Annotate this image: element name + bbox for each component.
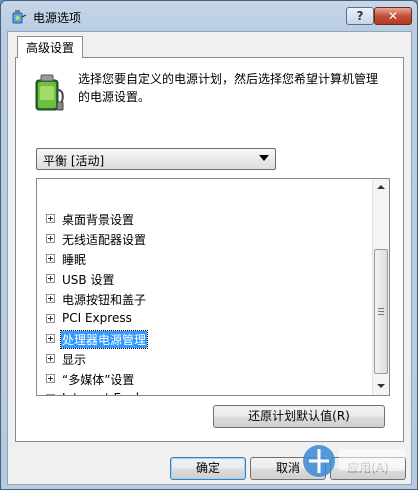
scroll-up-button[interactable] (373, 179, 389, 196)
expand-plus-icon[interactable] (46, 354, 55, 363)
tree-item-label: 睡眠 (62, 253, 87, 267)
expand-plus-icon[interactable] (46, 294, 55, 303)
tree-item-label: 桌面背景设置 (62, 213, 135, 227)
expand-plus-icon[interactable] (46, 274, 55, 283)
power-options-window: 电源选项 ? ✕ 高级设置 选择您要自定义的电源计划，然后选择您希望计算机管理的… (0, 0, 418, 490)
dialog-client-area: 高级设置 选择您要自定义的电源计划，然后选择您希望计算机管理的电源设置。 平衡 … (7, 31, 412, 485)
restore-defaults-button[interactable]: 还原计划默认值(R) (213, 405, 385, 428)
tree-item-label: 显示 (62, 353, 87, 367)
ok-button[interactable]: 确定 (170, 457, 246, 480)
tab-advanced-settings[interactable]: 高级设置 (17, 36, 83, 58)
expand-plus-icon[interactable] (46, 394, 55, 395)
plan-description: 选择您要自定义的电源计划，然后选择您希望计算机管理的电源设置。 (78, 72, 379, 104)
power-plan-selected: 平衡 [活动] (43, 154, 105, 168)
tree-item-label: 电源按钮和盖子 (62, 293, 147, 307)
thumb-grip-line (378, 308, 384, 309)
settings-tree[interactable]: 桌面背景设置 无线适配器设置 睡眠 USB 设置电源按钮和盖子 PCI Express 处… (36, 178, 390, 396)
chevron-down-icon (259, 155, 269, 161)
tree-item-label: PCI Express (62, 311, 132, 325)
expand-plus-icon[interactable] (46, 334, 55, 343)
power-plan-dropdown[interactable]: 平衡 [活动] (36, 148, 276, 170)
tree-item-label: 处理器电源管理 (59, 330, 149, 349)
tree-item[interactable]: Internet Explorer (37, 389, 371, 395)
close-button[interactable]: ✕ (374, 7, 412, 25)
tree-item-label: 无线适配器设置 (62, 233, 147, 247)
tree-item[interactable]: 处理器电源管理 (37, 329, 371, 349)
apply-button[interactable]: 应用(A) (330, 457, 406, 480)
thumb-grip-line (378, 311, 384, 312)
expand-plus-icon[interactable] (46, 374, 55, 383)
tree-item[interactable]: 无线适配器设置 (37, 229, 371, 249)
tree-item[interactable]: “多媒体”设置 (37, 369, 371, 389)
tree-item[interactable]: 桌面背景设置 (37, 209, 371, 229)
power-options-icon (12, 10, 27, 24)
scroll-down-button[interactable] (373, 378, 389, 395)
scroll-thumb[interactable] (374, 249, 388, 374)
tree-item[interactable]: 显示 (37, 349, 371, 369)
battery-plug-icon (35, 74, 64, 111)
help-button[interactable]: ? (346, 7, 374, 25)
expand-plus-icon[interactable] (46, 214, 55, 223)
tree-item-label: USB 设置 (62, 273, 115, 287)
arrow-down-icon (377, 384, 385, 388)
title-bar[interactable]: 电源选项 ? ✕ (1, 1, 417, 31)
tree-item[interactable]: USB 设置 (37, 269, 371, 289)
expand-plus-icon[interactable] (46, 314, 55, 323)
expand-plus-icon[interactable] (46, 254, 55, 263)
cancel-button[interactable]: 取消 (250, 457, 326, 480)
window-title: 电源选项 (33, 11, 82, 25)
arrow-up-icon (377, 185, 385, 189)
vertical-scrollbar[interactable] (372, 179, 389, 395)
tree-item-label: Internet Explorer (61, 391, 164, 395)
tree-item[interactable]: 睡眠 (37, 249, 371, 269)
thumb-grip-line (378, 314, 384, 315)
tree-item[interactable]: 电源按钮和盖子 (37, 289, 371, 309)
expand-plus-icon[interactable] (46, 234, 55, 243)
tree-item[interactable]: PCI Express (37, 309, 371, 329)
tree-item-label: “多媒体”设置 (62, 373, 135, 387)
